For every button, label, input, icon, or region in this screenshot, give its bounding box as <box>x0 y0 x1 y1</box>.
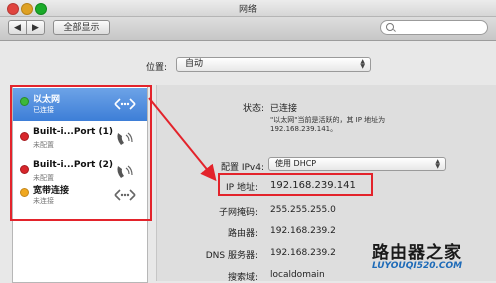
watermark-url: LUYOUQI520.COM <box>372 261 463 271</box>
watermark-text: 路由器之家 <box>372 243 462 263</box>
watermark-logo: 路由器之家 LUYOUQI520.COM <box>368 236 496 281</box>
